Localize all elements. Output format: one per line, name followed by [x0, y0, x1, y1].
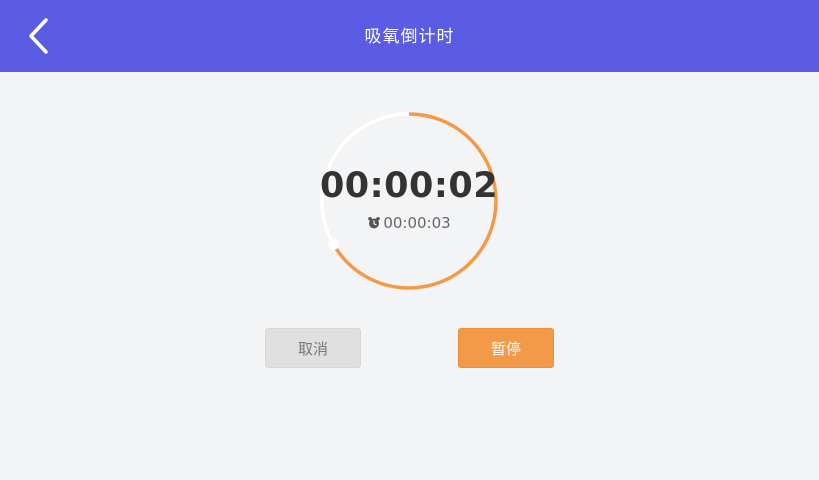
countdown-timer: 00:00:02 00:00:03: [318, 110, 500, 292]
app-header: 吸氧倒计时: [0, 0, 819, 72]
total-time-row: 00:00:03: [318, 214, 500, 232]
page-title: 吸氧倒计时: [364, 27, 455, 47]
elapsed-time: 00:00:02: [319, 166, 499, 206]
cancel-button[interactable]: 取消: [265, 328, 361, 368]
total-time: 00:00:03: [383, 214, 451, 232]
alarm-clock-icon: [368, 217, 381, 229]
pause-button[interactable]: 暂停: [458, 328, 554, 368]
progress-knob: [328, 238, 340, 250]
